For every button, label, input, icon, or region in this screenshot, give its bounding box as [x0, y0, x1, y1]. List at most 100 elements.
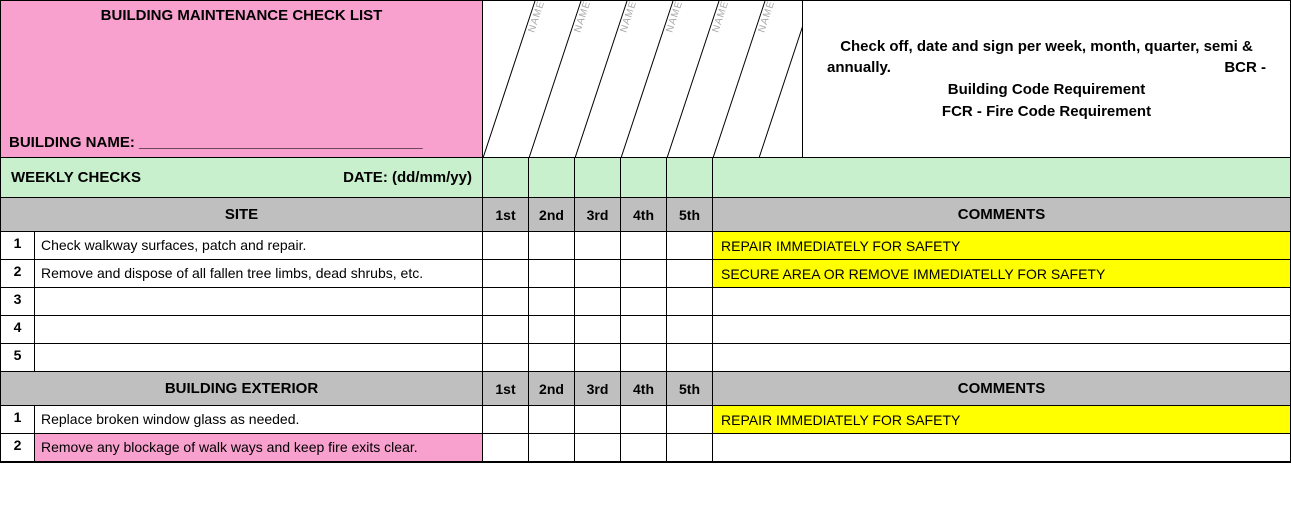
comments-header: COMMENTS [713, 198, 1290, 231]
check-cell[interactable] [667, 232, 713, 259]
description-cell [35, 288, 483, 315]
comment-cell [713, 316, 1290, 343]
info-line-2-right: BCR - [1224, 57, 1266, 79]
check-cell[interactable] [667, 344, 713, 371]
weekly-blank-2[interactable] [529, 158, 575, 197]
weekly-label: WEEKLY CHECKS [11, 169, 343, 186]
row-number: 2 [1, 260, 35, 287]
section-title: SITE [1, 198, 483, 231]
check-cell[interactable] [575, 344, 621, 371]
table-row: 1Check walkway surfaces, patch and repai… [1, 232, 1290, 260]
row-number: 1 [1, 232, 35, 259]
info-line-4: FCR - Fire Code Requirement [827, 101, 1266, 123]
column-header: 4th [621, 372, 667, 405]
description-cell: Remove any blockage of walk ways and kee… [35, 434, 483, 461]
check-cell[interactable] [621, 260, 667, 287]
check-cell[interactable] [483, 232, 529, 259]
check-cell[interactable] [483, 406, 529, 433]
description-cell [35, 316, 483, 343]
info-line-1: Check off, date and sign per week, month… [827, 36, 1266, 58]
weekly-blank-4[interactable] [621, 158, 667, 197]
weekly-blank-1[interactable] [483, 158, 529, 197]
check-cell[interactable] [529, 434, 575, 461]
table-row: 1Replace broken window glass as needed. R… [1, 406, 1290, 434]
check-cell[interactable] [621, 232, 667, 259]
table-row: 2Remove any blockage of walk ways and ke… [1, 434, 1290, 462]
title-box: BUILDING MAINTENANCE CHECK LIST BUILDING… [1, 1, 483, 157]
check-cell[interactable] [621, 344, 667, 371]
row-number: 2 [1, 434, 35, 461]
check-cell[interactable] [529, 316, 575, 343]
check-cell[interactable] [483, 316, 529, 343]
column-header: 3rd [575, 372, 621, 405]
weekly-blank-comments [713, 158, 1290, 197]
check-cell[interactable] [529, 406, 575, 433]
checklist-sheet: BUILDING MAINTENANCE CHECK LIST BUILDING… [0, 0, 1291, 463]
weekly-checks-row: WEEKLY CHECKS DATE: (dd/mm/yy) [1, 158, 1290, 198]
check-cell[interactable] [621, 316, 667, 343]
column-header: 5th [667, 198, 713, 231]
building-name-label: BUILDING NAME: _________________________… [9, 134, 423, 151]
name-columns-header: NAME NAME NAME NAME NAME NAME [483, 1, 803, 157]
column-header: 2nd [529, 372, 575, 405]
row-number: 3 [1, 288, 35, 315]
check-cell[interactable] [621, 288, 667, 315]
row-number: 5 [1, 344, 35, 371]
column-header: 1st [483, 372, 529, 405]
check-cell[interactable] [575, 260, 621, 287]
check-cell[interactable] [529, 260, 575, 287]
document-title: BUILDING MAINTENANCE CHECK LIST [9, 7, 474, 24]
column-header: 5th [667, 372, 713, 405]
check-cell[interactable] [575, 288, 621, 315]
check-cell[interactable] [529, 232, 575, 259]
info-line-3: Building Code Requirement [827, 79, 1266, 101]
column-header: 3rd [575, 198, 621, 231]
table-row: 4 [1, 316, 1290, 344]
column-header: 1st [483, 198, 529, 231]
section-header: SITE1st2nd3rd4th5thCOMMENTS [1, 198, 1290, 232]
comment-cell: REPAIR IMMEDIATELY FOR SAFETY [713, 232, 1290, 259]
check-cell[interactable] [575, 316, 621, 343]
comment-cell: REPAIR IMMEDIATELY FOR SAFETY [713, 406, 1290, 433]
weekly-blank-5[interactable] [667, 158, 713, 197]
description-cell: Remove and dispose of all fallen tree li… [35, 260, 483, 287]
table-row: 3 [1, 288, 1290, 316]
row-number: 1 [1, 406, 35, 433]
comment-cell: SECURE AREA OR REMOVE IMMEDIATELLY FOR S… [713, 260, 1290, 287]
description-cell: Replace broken window glass as needed. [35, 406, 483, 433]
check-cell[interactable] [575, 232, 621, 259]
check-cell[interactable] [483, 260, 529, 287]
table-row: 5 [1, 344, 1290, 372]
check-cell[interactable] [667, 406, 713, 433]
date-label: DATE: (dd/mm/yy) [343, 169, 472, 186]
comment-cell [713, 288, 1290, 315]
check-cell[interactable] [483, 434, 529, 461]
weekly-blank-3[interactable] [575, 158, 621, 197]
check-cell[interactable] [575, 434, 621, 461]
comment-cell [713, 434, 1290, 461]
column-header: 2nd [529, 198, 575, 231]
instructions-box: Check off, date and sign per week, month… [803, 1, 1290, 157]
check-cell[interactable] [667, 260, 713, 287]
section-title: BUILDING EXTERIOR [1, 372, 483, 405]
info-line-2-left: annually. [827, 57, 891, 79]
row-number: 4 [1, 316, 35, 343]
section-header: BUILDING EXTERIOR1st2nd3rd4th5thCOMMENTS [1, 372, 1290, 406]
comments-header: COMMENTS [713, 372, 1290, 405]
description-cell: Check walkway surfaces, patch and repair… [35, 232, 483, 259]
check-cell[interactable] [529, 344, 575, 371]
check-cell[interactable] [483, 344, 529, 371]
check-cell[interactable] [667, 434, 713, 461]
check-cell[interactable] [621, 434, 667, 461]
table-row: 2Remove and dispose of all fallen tree l… [1, 260, 1290, 288]
column-header: 4th [621, 198, 667, 231]
check-cell[interactable] [575, 406, 621, 433]
check-cell[interactable] [621, 406, 667, 433]
check-cell[interactable] [667, 288, 713, 315]
check-cell[interactable] [483, 288, 529, 315]
description-cell [35, 344, 483, 371]
header-row: BUILDING MAINTENANCE CHECK LIST BUILDING… [1, 1, 1290, 158]
check-cell[interactable] [529, 288, 575, 315]
comment-cell [713, 344, 1290, 371]
check-cell[interactable] [667, 316, 713, 343]
